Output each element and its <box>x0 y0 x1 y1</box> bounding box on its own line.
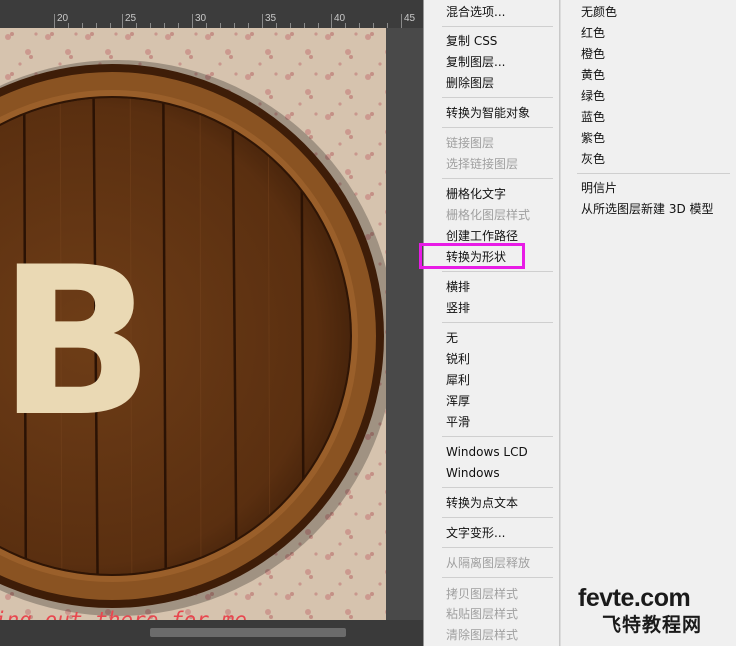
submenu-item-new-3d-from-layer[interactable]: 从所选图层新建 3D 模型 <box>581 199 714 219</box>
menu-item-paste-layer-style: 粘贴图层样式 <box>446 607 519 621</box>
watermark-domain: fevte.com <box>578 584 691 612</box>
menu-item-copy-css[interactable]: 复制 CSS <box>446 31 497 51</box>
ruler-tick <box>331 14 332 28</box>
menu-item-antialias-none[interactable]: 无 <box>446 328 458 348</box>
menu-item-antialias-strong[interactable]: 浑厚 <box>446 391 470 411</box>
submenu-item-violet[interactable]: 紫色 <box>581 128 605 148</box>
submenu-item-postcard[interactable]: 明信片 <box>581 178 617 198</box>
menu-item-windows[interactable]: Windows <box>446 463 500 483</box>
ruler-label: 30 <box>195 13 207 24</box>
submenu-item-red[interactable]: 红色 <box>581 23 605 43</box>
menu-separator <box>442 127 553 128</box>
menu-separator <box>442 547 553 548</box>
canvas-artwork[interactable]: B ing out there for me <box>0 28 386 620</box>
menu-separator <box>442 26 553 27</box>
menu-separator <box>442 97 553 98</box>
menu-item-convert-to-shape[interactable]: 转换为形状 <box>446 247 506 267</box>
horizontal-scrollbar[interactable] <box>0 620 424 646</box>
site-watermark: fevte.com 飞特教程网 <box>572 584 732 640</box>
menu-separator <box>442 322 553 323</box>
ruler-tick <box>401 14 402 28</box>
submenu-item-gray[interactable]: 灰色 <box>581 149 605 169</box>
scrollbar-thumb[interactable] <box>150 628 346 637</box>
menu-item-release-from-isolation: 从隔离图层释放 <box>446 556 531 570</box>
menu-item-copy-layer-style: 拷贝图层样式 <box>446 587 519 601</box>
submenu-item-orange[interactable]: 橙色 <box>581 44 605 64</box>
menu-item-windows-lcd[interactable]: Windows LCD <box>446 442 528 462</box>
menu-item-horizontal[interactable]: 横排 <box>446 277 470 297</box>
menu-separator <box>442 178 553 179</box>
layer-color-submenu[interactable]: 无颜色 红色 橙色 黄色 绿色 蓝色 紫色 灰色 明信片 从所选图层新建 3D … <box>560 0 736 646</box>
menu-separator <box>442 436 553 437</box>
menu-item-create-work-path[interactable]: 创建工作路径 <box>446 226 518 246</box>
menu-separator <box>442 577 553 578</box>
wood-badge-illustration: B ing out there for me <box>0 28 386 620</box>
submenu-item-blue[interactable]: 蓝色 <box>581 107 605 127</box>
ruler-tick <box>54 14 55 28</box>
menu-item-warp-text[interactable]: 文字变形... <box>446 523 505 543</box>
submenu-item-yellow[interactable]: 黄色 <box>581 65 605 85</box>
script-caption: ing out there for me <box>0 608 247 620</box>
menu-item-link-layers: 链接图层 <box>446 136 495 150</box>
menu-item-antialias-smooth[interactable]: 平滑 <box>446 412 470 432</box>
menu-separator <box>442 487 553 488</box>
badge-letter: B <box>0 224 154 462</box>
canvas-area[interactable]: 20 25 30 35 40 45 B ing out there for me <box>0 0 424 646</box>
menu-separator <box>577 173 730 174</box>
menu-item-antialias-sharp[interactable]: 锐利 <box>446 349 470 369</box>
menu-item-convert-to-smart-object[interactable]: 转换为智能对象 <box>446 103 530 123</box>
submenu-item-green[interactable]: 绿色 <box>581 86 605 106</box>
menu-item-select-linked-layers: 选择链接图层 <box>446 157 519 171</box>
ruler-label: 40 <box>334 13 346 24</box>
menu-item-duplicate-layer[interactable]: 复制图层... <box>446 52 505 72</box>
canvas-pasteboard <box>386 28 424 620</box>
menu-item-blending-options[interactable]: 混合选项... <box>446 2 505 22</box>
menu-item-delete-layer[interactable]: 删除图层 <box>446 73 494 93</box>
menu-item-rasterize-type[interactable]: 栅格化文字 <box>446 184 506 204</box>
menu-item-convert-to-point-text[interactable]: 转换为点文本 <box>446 493 518 513</box>
ruler-tick <box>262 14 263 28</box>
horizontal-ruler: 20 25 30 35 40 45 <box>0 0 424 29</box>
menu-item-antialias-crisp[interactable]: 犀利 <box>446 370 470 390</box>
menu-separator <box>442 271 553 272</box>
ruler-label: 25 <box>125 13 137 24</box>
ruler-label: 45 <box>404 13 416 24</box>
menu-separator <box>442 517 553 518</box>
ruler-label: 20 <box>57 13 69 24</box>
ruler-label: 35 <box>265 13 277 24</box>
watermark-site-name: 飞特教程网 <box>602 614 703 636</box>
menu-item-clear-layer-style: 清除图层样式 <box>446 628 519 642</box>
submenu-item-no-color[interactable]: 无颜色 <box>581 2 617 22</box>
ruler-tick <box>122 14 123 28</box>
menu-item-vertical[interactable]: 竖排 <box>446 298 470 318</box>
layer-context-menu[interactable]: 混合选项... 复制 CSS 复制图层... 删除图层 转换为智能对象 链接图层… <box>423 0 560 646</box>
menu-item-rasterize-layer-style: 栅格化图层样式 <box>446 208 531 222</box>
ruler-tick <box>192 14 193 28</box>
